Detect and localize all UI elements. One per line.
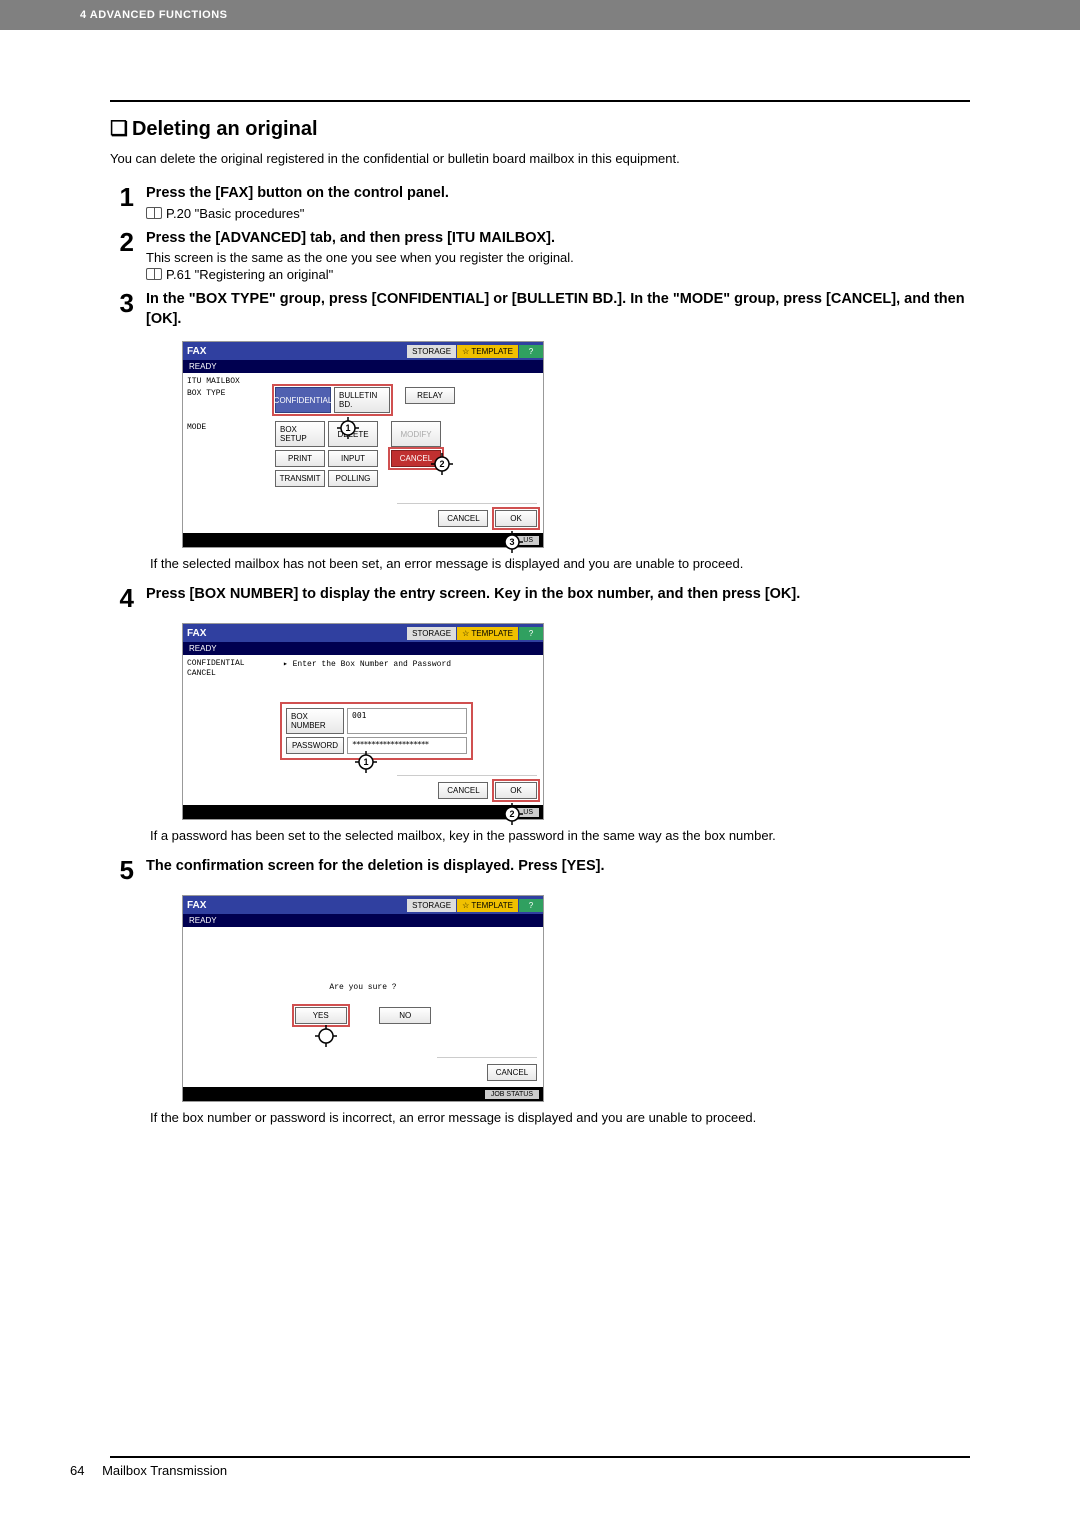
step5-note: If the box number or password is incorre… <box>150 1110 970 1125</box>
callout-1-icon: 1 <box>355 751 377 773</box>
box-setup-button[interactable]: BOX SETUP <box>275 421 325 447</box>
step-reference: P.61 "Registering an original" <box>146 267 970 282</box>
step-subtext: This screen is the same as the one you s… <box>146 250 970 265</box>
context-confidential: CONFIDENTIAL <box>187 659 245 668</box>
confirm-prompt: Are you sure ? <box>183 983 543 992</box>
ready-bar: READY <box>183 914 543 927</box>
yes-button[interactable]: YES <box>295 1007 347 1024</box>
storage-button[interactable]: STORAGE <box>407 345 456 358</box>
step3-note: If the selected mailbox has not been set… <box>150 556 970 571</box>
job-status-button[interactable]: JOB STATUS <box>485 1090 539 1099</box>
ready-bar: READY <box>183 642 543 655</box>
itu-mailbox-label: ITU MAILBOX <box>187 377 240 386</box>
book-icon <box>146 268 162 280</box>
fax-titlebar: FAX STORAGE ☆ TEMPLATE ? <box>183 342 543 360</box>
callout-3-icon: 3 <box>501 531 519 549</box>
prompt-text: ▸ Enter the Box Number and Password <box>283 659 451 669</box>
rule-bottom <box>110 1456 970 1458</box>
transmit-button[interactable]: TRANSMIT <box>275 470 325 487</box>
page-footer: 64 Mailbox Transmission <box>70 1463 227 1478</box>
polling-button[interactable]: POLLING <box>328 470 378 487</box>
callout-2-icon: 2 <box>431 453 453 475</box>
template-button[interactable]: ☆ TEMPLATE <box>457 627 518 640</box>
step-2: 2 Press the [ADVANCED] tab, and then pre… <box>110 229 970 283</box>
step-heading: Press the [FAX] button on the control pa… <box>146 184 970 204</box>
square-bullet-icon: ❏ <box>110 118 128 140</box>
fax-title: FAX <box>183 900 210 911</box>
confidential-button[interactable]: CONFIDENTIAL <box>275 387 331 413</box>
password-button[interactable]: PASSWORD <box>286 737 344 754</box>
shot-footer: 3 US <box>183 533 543 547</box>
fax-titlebar: FAX STORAGE ☆ TEMPLATE ? <box>183 624 543 642</box>
book-icon <box>146 207 162 219</box>
box-number-button[interactable]: BOX NUMBER <box>286 708 344 734</box>
relay-button[interactable]: RELAY <box>405 387 455 404</box>
step-1: 1 Press the [FAX] button on the control … <box>110 184 970 221</box>
callout-2-icon: 2 <box>501 803 519 821</box>
help-button[interactable]: ? <box>519 627 543 640</box>
svg-text:1: 1 <box>363 757 368 767</box>
section-title-text: Deleting an original <box>132 118 318 140</box>
step-heading: In the "BOX TYPE" group, press [CONFIDEN… <box>146 290 970 329</box>
box-number-field[interactable]: 001 <box>347 708 467 734</box>
ok-button[interactable]: OK <box>495 782 537 799</box>
footer-section: Mailbox Transmission <box>102 1463 227 1478</box>
svg-text:1: 1 <box>345 423 350 433</box>
fax-title: FAX <box>183 346 210 357</box>
storage-button[interactable]: STORAGE <box>407 899 456 912</box>
ok-button[interactable]: OK <box>495 510 537 527</box>
fax-title: FAX <box>183 628 210 639</box>
template-button[interactable]: ☆ TEMPLATE <box>457 899 518 912</box>
rule-top <box>110 100 970 102</box>
page-number: 64 <box>70 1463 84 1478</box>
step-number: 4 <box>110 585 134 611</box>
cancel-button[interactable]: CANCEL <box>487 1064 537 1081</box>
step-3: 3 In the "BOX TYPE" group, press [CONFID… <box>110 290 970 329</box>
bulletin-button[interactable]: BULLETIN BD. <box>334 387 390 413</box>
step-heading: The confirmation screen for the deletion… <box>146 857 970 877</box>
fax-titlebar: FAX STORAGE ☆ TEMPLATE ? <box>183 896 543 914</box>
callout-1-icon: 1 <box>337 417 359 439</box>
input-button[interactable]: INPUT <box>328 450 378 467</box>
step-heading: Press the [ADVANCED] tab, and then press… <box>146 229 970 249</box>
screenshot-step4: FAX STORAGE ☆ TEMPLATE ? READY CONFIDENT… <box>182 623 970 820</box>
step-4: 4 Press [BOX NUMBER] to display the entr… <box>110 585 970 611</box>
print-button[interactable]: PRINT <box>275 450 325 467</box>
screenshot-step5: FAX STORAGE ☆ TEMPLATE ? READY Are you s… <box>182 895 970 1102</box>
help-button[interactable]: ? <box>519 899 543 912</box>
modify-button[interactable]: MODIFY <box>391 421 441 447</box>
step4-note: If a password has been set to the select… <box>150 828 970 843</box>
step-heading: Press [BOX NUMBER] to display the entry … <box>146 585 970 605</box>
svg-text:3: 3 <box>510 537 515 547</box>
template-button[interactable]: ☆ TEMPLATE <box>457 345 518 358</box>
step-5: 5 The confirmation screen for the deleti… <box>110 857 970 883</box>
step-number: 5 <box>110 857 134 883</box>
svg-text:2: 2 <box>439 459 444 469</box>
shot-footer: 2 US <box>183 805 543 819</box>
chapter-header: 4 ADVANCED FUNCTIONS <box>0 0 1080 30</box>
no-button[interactable]: NO <box>379 1007 431 1024</box>
step-number: 3 <box>110 290 134 329</box>
mode-label: MODE <box>187 423 206 432</box>
section-title: ❏Deleting an original <box>110 116 970 141</box>
intro-text: You can delete the original registered i… <box>110 151 970 166</box>
callout-hand-icon <box>315 1025 337 1047</box>
svg-text:2: 2 <box>510 809 515 819</box>
ready-bar: READY <box>183 360 543 373</box>
cancel-button[interactable]: CANCEL <box>438 782 488 799</box>
screenshot-step3: FAX STORAGE ☆ TEMPLATE ? READY ITU MAILB… <box>182 341 970 548</box>
step-number: 2 <box>110 229 134 283</box>
shot-footer: JOB STATUS <box>183 1087 543 1101</box>
context-cancel: CANCEL <box>187 669 216 678</box>
step-number: 1 <box>110 184 134 221</box>
storage-button[interactable]: STORAGE <box>407 627 456 640</box>
help-button[interactable]: ? <box>519 345 543 358</box>
cancel-button[interactable]: CANCEL <box>438 510 488 527</box>
box-type-label: BOX TYPE <box>187 389 225 398</box>
step-reference: P.20 "Basic procedures" <box>146 206 970 221</box>
